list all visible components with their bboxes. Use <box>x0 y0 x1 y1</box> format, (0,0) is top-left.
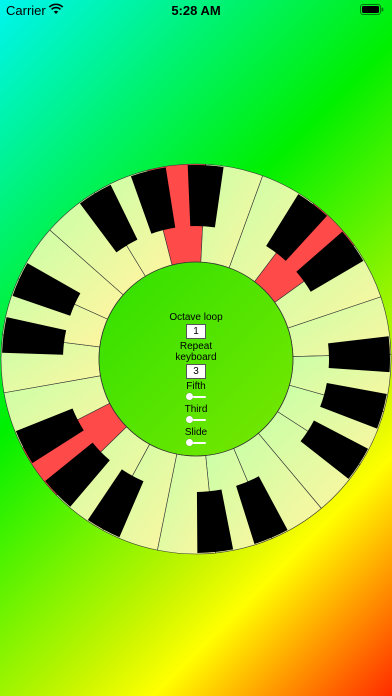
third-slider-thumb[interactable] <box>186 416 193 423</box>
octave-loop-label: Octave loop <box>169 312 223 323</box>
octave-loop-input[interactable]: 1 <box>186 324 206 339</box>
repeat-keyboard-label-line1: Repeat <box>179 341 213 352</box>
fifth-slider[interactable] <box>186 393 206 401</box>
fifth-label: Fifth <box>186 381 206 392</box>
fifth-slider-thumb[interactable] <box>186 393 193 400</box>
repeat-keyboard-label-line2: keyboard <box>175 352 217 363</box>
battery-icon <box>360 4 384 15</box>
third-label: Third <box>184 404 208 415</box>
slide-slider-thumb[interactable] <box>186 439 193 446</box>
repeat-keyboard-input[interactable]: 3 <box>186 364 206 379</box>
controls-panel: Octave loop 1 Repeat keyboard 3 Fifth Th… <box>146 312 246 450</box>
status-bar: Carrier 5:28 AM <box>0 0 392 22</box>
slide-label: Slide <box>184 427 208 438</box>
slide-slider[interactable] <box>186 439 206 447</box>
third-slider[interactable] <box>186 416 206 424</box>
clock-time: 5:28 AM <box>171 3 221 18</box>
